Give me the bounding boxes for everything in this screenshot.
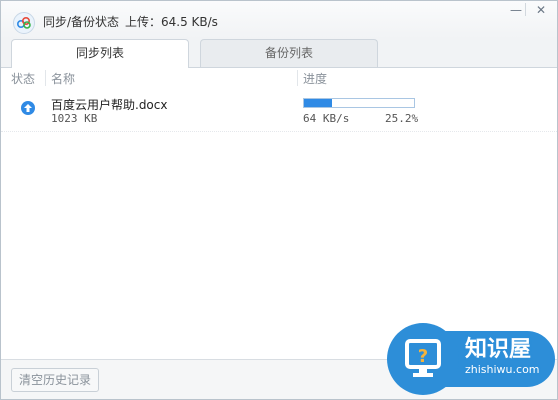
progress-percent: 25.2% [385, 112, 419, 125]
transfer-rate: 64 KB/s [303, 112, 350, 125]
progress-bar-fill [304, 99, 332, 107]
file-size: 1023 KB [51, 112, 98, 125]
minimize-button[interactable]: — [507, 3, 525, 17]
watermark-url: zhishiwu.com [465, 363, 540, 376]
column-header-progress[interactable]: 进度 [303, 70, 327, 87]
help-monitor-icon: ? [405, 339, 441, 377]
svg-text:?: ? [418, 346, 428, 367]
tab-bar: 同步列表 备份列表 [1, 39, 557, 68]
clear-history-button[interactable]: 清空历史记录 [11, 368, 99, 392]
column-divider[interactable] [45, 70, 46, 86]
title-bar: 同步/备份状态 上传：64.5 KB/s — ✕ [1, 1, 557, 39]
column-header-status[interactable]: 状态 [11, 70, 35, 87]
upload-arrow-icon [21, 101, 35, 115]
watermark-text: 知识屋 [465, 337, 532, 362]
column-header-name[interactable]: 名称 [51, 70, 75, 87]
file-name: 百度云用户帮助.docx [51, 98, 168, 112]
progress-bar [303, 98, 415, 108]
table-row[interactable]: 百度云用户帮助.docx 1023 KB 64 KB/s 25.2% [1, 91, 557, 132]
tab-sync-list[interactable]: 同步列表 [11, 39, 189, 68]
close-button[interactable]: ✕ [532, 3, 550, 17]
column-divider[interactable] [297, 70, 298, 86]
window-title: 同步/备份状态 [43, 15, 120, 29]
baidu-cloud-logo-icon [13, 12, 35, 34]
titlebar-divider [525, 3, 526, 16]
watermark-badge: ? [387, 323, 459, 395]
watermark-logo: ? 知识屋 zhishiwu.com [387, 323, 555, 397]
tab-backup-list[interactable]: 备份列表 [200, 39, 378, 67]
upload-speed: 上传：64.5 KB/s [125, 15, 218, 29]
table-header: 状态 名称 进度 [1, 68, 557, 88]
sync-status-window: 同步/备份状态 上传：64.5 KB/s — ✕ 同步列表 备份列表 状态 名称… [0, 0, 558, 400]
